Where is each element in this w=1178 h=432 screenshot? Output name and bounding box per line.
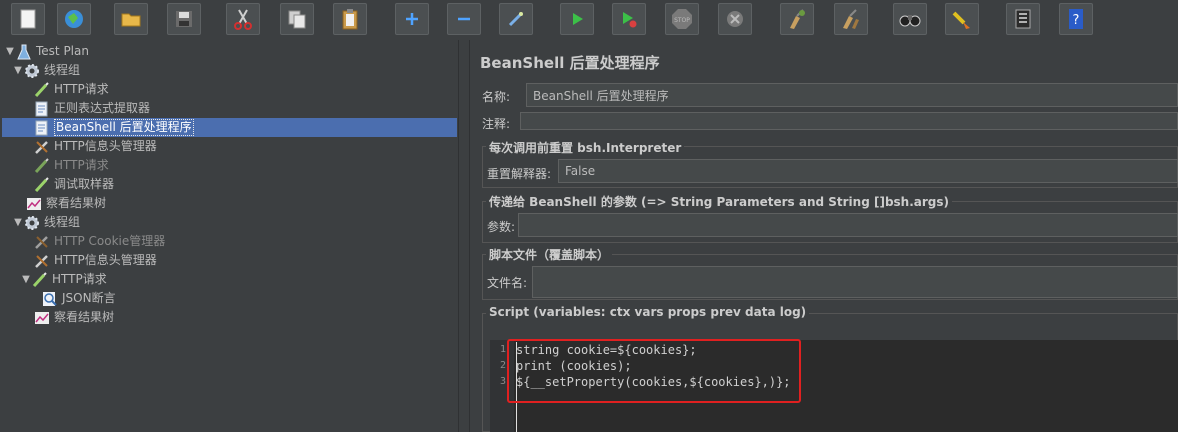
tree-item-beanshell-postprocessor[interactable]: BeanShell 后置处理程序 [34, 118, 194, 137]
expand-icon[interactable] [395, 3, 429, 35]
params-label: 参数: [487, 220, 516, 234]
splitter[interactable] [458, 40, 470, 432]
params-group-title: 传递给 BeanShell 的参数 (=> String Parameters … [486, 193, 953, 210]
pencil-icon [34, 157, 50, 174]
page-title: BeanShell 后置处理程序 [480, 54, 660, 72]
reset-group-title: 每次调用前重置 bsh.Interpreter [486, 139, 685, 156]
file-group-title: 脚本文件（覆盖脚本） [486, 246, 613, 263]
highlight-box [507, 339, 801, 403]
tree-item-thread-group[interactable]: ▼ 线程组 [12, 61, 80, 80]
paste-icon[interactable] [333, 3, 367, 35]
pencil-icon [34, 176, 50, 193]
toggle-icon[interactable] [499, 3, 533, 35]
search-icon[interactable] [893, 3, 927, 35]
name-label: 名称: [482, 90, 511, 104]
toolbar: STOP ? [0, 0, 1178, 41]
start-no-pauses-icon[interactable] [612, 3, 646, 35]
stop-icon[interactable]: STOP [665, 3, 699, 35]
new-icon[interactable] [11, 3, 45, 35]
tree-item-regex-extractor[interactable]: 正则表达式提取器 [34, 99, 150, 118]
tree-item-header-manager-2[interactable]: HTTP信息头管理器 [34, 251, 157, 270]
line-number: 3 [499, 376, 506, 387]
gear-icon [24, 63, 40, 79]
test-plan-tree: ▼ Test Plan ▼ 线程组 HTTP请求 正则表达式提取器 BeanSh… [0, 40, 460, 432]
expand-arrow-icon[interactable]: ▼ [12, 61, 24, 80]
comment-field[interactable] [520, 112, 1178, 130]
copy-icon[interactable] [280, 3, 314, 35]
svg-text:?: ? [1073, 13, 1080, 28]
reset-interpreter-field[interactable]: False [558, 159, 1178, 183]
pencil-icon [32, 271, 48, 288]
clear-icon[interactable] [780, 3, 814, 35]
test-plan-icon [16, 44, 32, 60]
file-label: 文件名: [487, 276, 528, 290]
reset-label: 重置解释器: [487, 167, 552, 181]
save-icon[interactable] [167, 3, 201, 35]
script-group-title: Script (variables: ctx vars props prev d… [486, 305, 810, 319]
tree-item-http-request[interactable]: HTTP请求 [34, 80, 109, 99]
wrench-icon [34, 253, 50, 269]
chart-icon [26, 196, 42, 212]
magnifier-icon [42, 291, 58, 307]
tree-item-test-plan[interactable]: ▼ Test Plan [4, 42, 89, 61]
tree-item-results-tree-2[interactable]: 察看结果树 [34, 308, 114, 327]
open-icon[interactable] [114, 3, 148, 35]
chart-icon [34, 310, 50, 326]
expand-arrow-icon[interactable]: ▼ [20, 270, 32, 289]
document-icon [34, 120, 50, 136]
function-helper-icon[interactable] [1006, 3, 1040, 35]
name-field[interactable]: BeanShell 后置处理程序 [526, 83, 1178, 107]
line-number: 2 [499, 360, 506, 371]
document-icon [34, 101, 50, 117]
templates-icon[interactable] [57, 3, 91, 35]
reset-search-icon[interactable] [945, 3, 979, 35]
line-number: 1 [499, 344, 506, 355]
expand-arrow-icon[interactable]: ▼ [4, 42, 16, 61]
tree-item-results-tree[interactable]: 察看结果树 [26, 194, 106, 213]
clear-all-icon[interactable] [834, 3, 868, 35]
wrench-icon [34, 139, 50, 155]
tree-item-http-request-disabled[interactable]: HTTP请求 [34, 156, 109, 175]
file-name-field[interactable] [532, 266, 1178, 298]
beanshell-postprocessor-panel: BeanShell 后置处理程序 名称: BeanShell 后置处理程序 注释… [470, 40, 1178, 432]
parameters-field[interactable] [518, 213, 1178, 237]
collapse-icon[interactable] [447, 3, 481, 35]
tree-item-debug-sampler[interactable]: 调试取样器 [34, 175, 114, 194]
comment-label: 注释: [482, 117, 511, 131]
wrench-icon [34, 234, 50, 250]
expand-arrow-icon[interactable]: ▼ [12, 213, 24, 232]
tree-item-cookie-manager[interactable]: HTTP Cookie管理器 [34, 232, 165, 251]
tree-item-http-request-2[interactable]: ▼ HTTP请求 [20, 270, 107, 289]
tree-item-header-manager[interactable]: HTTP信息头管理器 [34, 137, 157, 156]
cut-icon[interactable] [226, 3, 260, 35]
tree-item-json-assertion[interactable]: JSON断言 [42, 289, 116, 308]
gear-icon [24, 215, 40, 231]
shutdown-icon[interactable] [718, 3, 752, 35]
pencil-icon [34, 81, 50, 98]
help-icon[interactable]: ? [1059, 3, 1093, 35]
start-icon[interactable] [560, 3, 594, 35]
svg-text:STOP: STOP [674, 17, 690, 24]
tree-item-thread-group-2[interactable]: ▼ 线程组 [12, 213, 80, 232]
